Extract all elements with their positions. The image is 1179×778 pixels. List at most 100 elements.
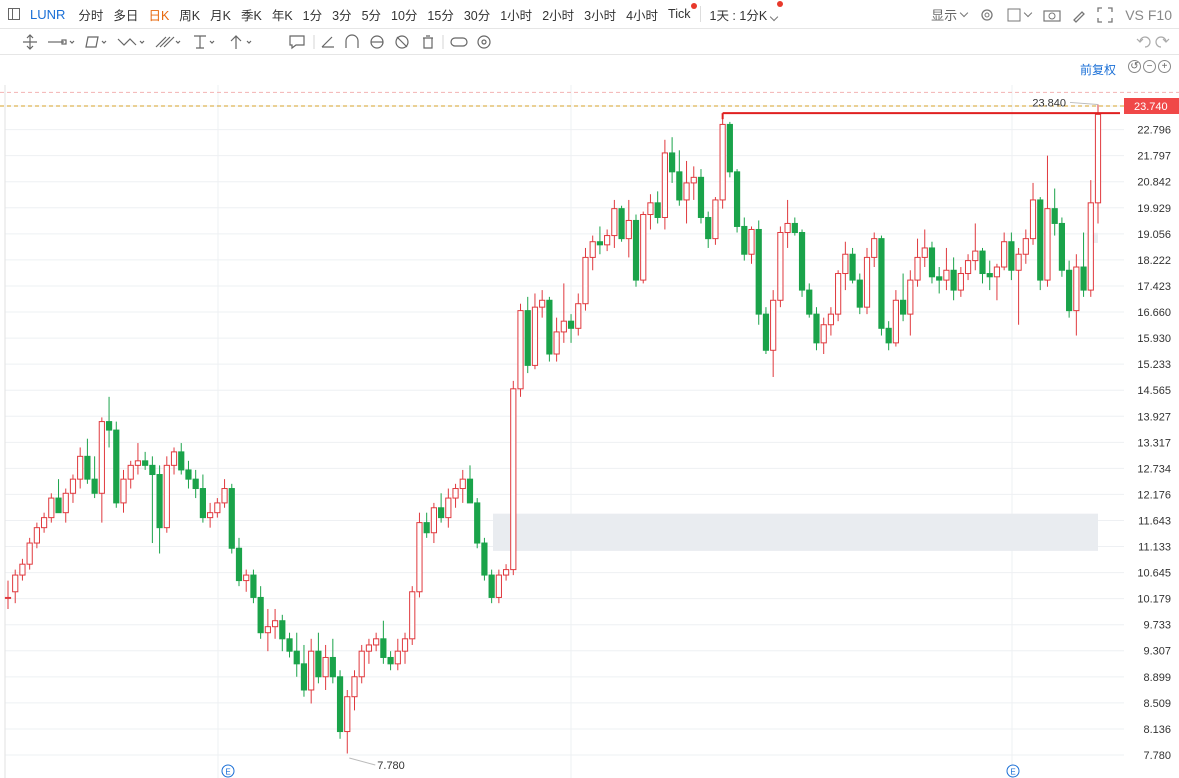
candle	[791, 217, 798, 236]
candle	[1066, 260, 1073, 318]
candle-body	[358, 650, 365, 678]
candle	[488, 569, 495, 604]
square-icon	[1007, 8, 1021, 21]
compare-vs-button[interactable]: VS	[1125, 7, 1144, 23]
candle-body	[293, 650, 300, 665]
link-tool-icon[interactable]	[450, 37, 468, 47]
fullscreen-icon[interactable]	[1097, 6, 1113, 23]
period-tab-16[interactable]: 4小时	[626, 5, 658, 24]
period-tab-2[interactable]: 日K	[148, 5, 169, 24]
period-tab-6[interactable]: 年K	[272, 5, 293, 24]
layout-square-button[interactable]	[1007, 8, 1033, 22]
candle-body	[322, 656, 329, 678]
draw-settings-icon[interactable]	[477, 35, 491, 49]
candle	[264, 608, 271, 652]
candle-body	[134, 460, 142, 466]
candlestick-chart[interactable]: 22.796 21.797 20.842 19.929 19.056 18.222 17.4…	[0, 55, 1179, 778]
comment-tool-icon[interactable]	[289, 35, 305, 50]
sync-tool-icon[interactable]	[370, 35, 384, 49]
candle	[842, 241, 849, 291]
candle-body	[712, 199, 719, 240]
period-tab-4[interactable]: 月K	[210, 5, 231, 24]
candle	[582, 247, 589, 311]
candle-body	[806, 289, 813, 315]
candle-body	[228, 488, 235, 549]
period-tab-5[interactable]: 季K	[241, 5, 262, 24]
candle-body	[813, 313, 820, 344]
crosshair-move-icon[interactable]	[23, 34, 37, 50]
period-tab-0[interactable]: 分时	[78, 5, 103, 24]
range-selector[interactable]: 1天 : 1分K	[709, 0, 783, 24]
zoom-out-icon[interactable]: −	[1143, 60, 1156, 73]
period-tab-8[interactable]: 3分	[332, 5, 351, 24]
candle	[1073, 254, 1080, 336]
wave-tool-icon[interactable]	[117, 38, 145, 46]
candle-body	[517, 310, 524, 390]
candle-body	[380, 638, 387, 658]
candle-body	[91, 478, 98, 494]
candle-body	[336, 676, 344, 733]
candle-body	[459, 478, 466, 490]
candle	[964, 254, 972, 281]
camera-icon[interactable]	[1043, 7, 1061, 23]
display-menu-button[interactable]: 显示	[931, 5, 969, 24]
candle	[423, 512, 430, 538]
candle-body	[676, 171, 683, 201]
period-tab-15[interactable]: 3小时	[584, 5, 616, 24]
ruler-tool-icon[interactable]	[321, 36, 334, 48]
undo-icon[interactable]	[1136, 36, 1151, 48]
f10-button[interactable]: F10	[1148, 7, 1172, 23]
settings-gear-icon[interactable]	[979, 7, 995, 23]
period-tab-17[interactable]: Tick	[668, 3, 698, 21]
y-tick-label: 11.133	[1138, 542, 1171, 554]
fibonacci-tool-icon[interactable]	[155, 36, 181, 48]
candle-body	[567, 320, 575, 329]
candle	[358, 644, 365, 684]
period-tab-13[interactable]: 1小时	[500, 5, 532, 24]
reset-zoom-icon[interactable]: ↺	[1128, 60, 1141, 73]
hide-drawings-icon[interactable]	[395, 35, 409, 49]
pencil-icon[interactable]	[1071, 7, 1087, 23]
symbol-label[interactable]: LUNR	[30, 7, 65, 22]
sidebar-toggle-icon[interactable]	[8, 8, 20, 20]
period-tab-12[interactable]: 30分	[464, 5, 490, 24]
line-segment-tool-icon[interactable]	[48, 39, 75, 45]
price-adjust-toggle[interactable]: 前复权	[1080, 61, 1116, 78]
period-tab-9[interactable]: 5分	[362, 5, 381, 24]
redo-icon[interactable]	[1155, 36, 1170, 48]
candle-body	[1066, 269, 1073, 312]
y-tick-label: 15.233	[1137, 359, 1171, 371]
vertical-measure-tool-icon[interactable]	[194, 35, 215, 49]
period-tab-7[interactable]: 1分	[303, 5, 322, 24]
period-tab-10[interactable]: 10分	[391, 5, 417, 24]
candle-body	[885, 327, 892, 344]
polyline-tool-icon[interactable]	[85, 36, 107, 48]
candle	[228, 483, 235, 554]
period-tab-3[interactable]: 周K	[179, 5, 200, 24]
zoom-in-icon[interactable]: +	[1158, 60, 1171, 73]
period-tab-11[interactable]: 15分	[427, 5, 453, 24]
candle-body	[842, 253, 849, 275]
candle	[55, 479, 62, 514]
candle-body	[1073, 266, 1080, 312]
candle	[733, 169, 741, 233]
candle-body	[351, 676, 358, 698]
arrow-up-tool-icon[interactable]	[230, 35, 252, 49]
high-marker-label: 23.840	[1032, 97, 1066, 109]
candle	[1029, 182, 1037, 245]
candle-body	[127, 464, 134, 480]
candle	[315, 632, 322, 684]
period-tab-1[interactable]: 多日	[113, 5, 138, 24]
candle-body	[495, 574, 502, 598]
range-selector-label: 1天 : 1分K	[709, 8, 768, 23]
candle-body	[394, 650, 401, 665]
candle-body	[235, 547, 243, 582]
magnet-tool-icon[interactable]	[345, 34, 359, 48]
candle	[798, 229, 806, 297]
candle-body	[539, 299, 546, 308]
period-tab-14[interactable]: 2小时	[542, 5, 574, 24]
candle-body	[214, 502, 221, 514]
chart-canvas[interactable]: 22.796 21.797 20.842 19.929 19.056 18.222 17.4…	[0, 55, 1179, 778]
candle-body	[149, 464, 156, 476]
trash-icon[interactable]	[423, 35, 433, 49]
